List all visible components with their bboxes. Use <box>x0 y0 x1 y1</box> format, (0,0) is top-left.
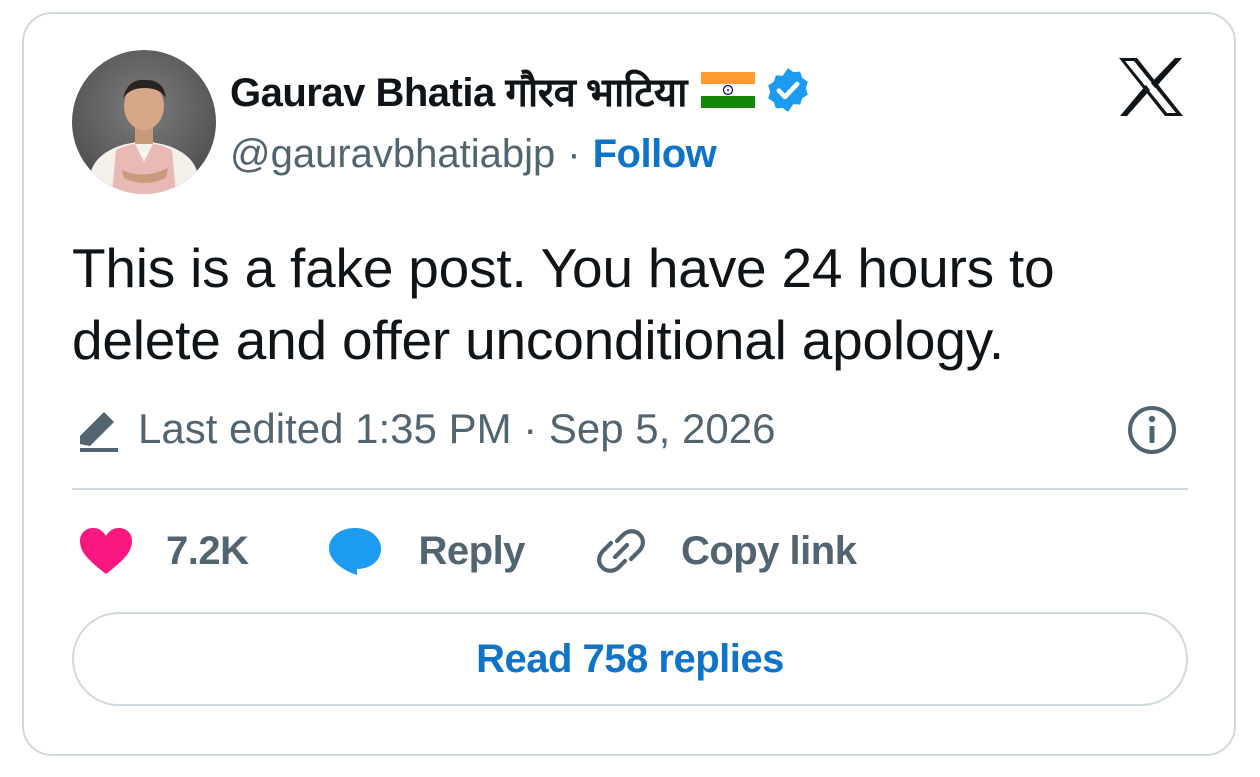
action-bar: 7.2K Reply Copy link <box>78 520 857 582</box>
heart-icon <box>80 528 132 574</box>
read-replies-button[interactable]: Read 758 replies <box>72 612 1188 706</box>
avatar[interactable] <box>72 50 216 194</box>
like-button[interactable]: 7.2K <box>78 520 249 582</box>
author-handle[interactable]: @gauravbhatiabjp <box>230 132 555 177</box>
reply-button[interactable]: Reply <box>327 520 525 582</box>
author-handle-row: @gauravbhatiabjp · Follow <box>230 128 717 180</box>
edited-info[interactable]: Last edited 1:35 PM · Sep 5, 2026 <box>76 400 775 458</box>
india-flag-icon <box>700 72 755 108</box>
author-name-row: Gaurav Bhatia गौरव भाटिया <box>230 64 813 116</box>
edited-timestamp: Last edited 1:35 PM · Sep 5, 2026 <box>138 405 776 452</box>
like-count: 7.2K <box>166 528 249 573</box>
link-icon <box>596 529 645 573</box>
copy-link-button[interactable]: Copy link <box>595 520 857 582</box>
verified-badge-icon <box>768 68 808 112</box>
pencil-icon <box>80 412 118 452</box>
avatar-photo <box>90 79 198 194</box>
info-icon[interactable] <box>1126 404 1178 456</box>
author-display-name[interactable]: Gaurav Bhatia गौरव भाटिया <box>230 63 687 118</box>
divider <box>72 488 1188 490</box>
reply-bubble-icon <box>328 528 381 575</box>
separator-dot: · <box>567 131 581 176</box>
reply-label: Reply <box>418 528 526 573</box>
tweet-text: This is a fake post. You have 24 hours t… <box>72 237 1055 371</box>
copy-link-label: Copy link <box>680 528 857 573</box>
follow-button[interactable]: Follow <box>593 132 717 177</box>
x-logo-icon[interactable] <box>1117 56 1185 118</box>
